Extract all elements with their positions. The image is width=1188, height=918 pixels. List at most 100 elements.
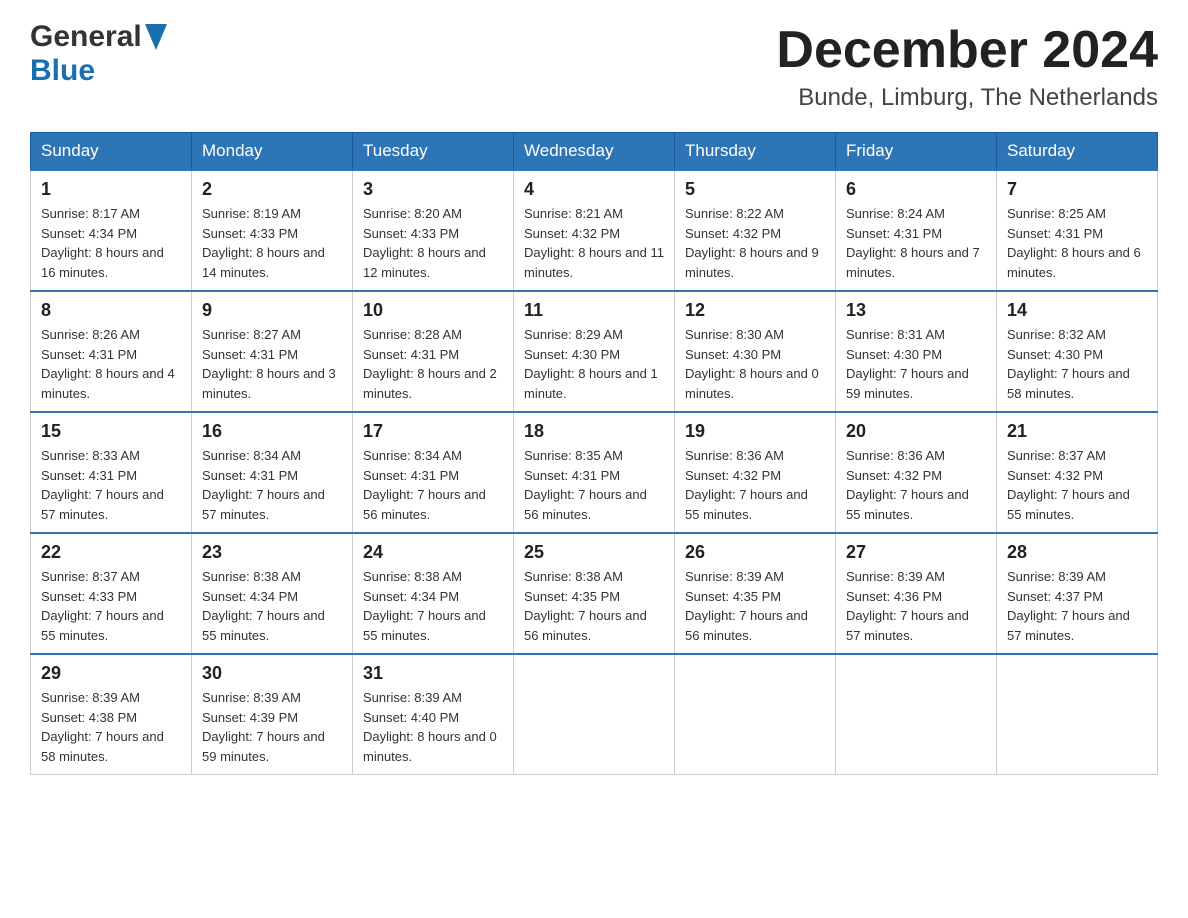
day-number: 4 — [524, 179, 664, 200]
calendar-cell: 30 Sunrise: 8:39 AMSunset: 4:39 PMDaylig… — [192, 654, 353, 775]
calendar-cell: 8 Sunrise: 8:26 AMSunset: 4:31 PMDayligh… — [31, 291, 192, 412]
calendar-cell: 19 Sunrise: 8:36 AMSunset: 4:32 PMDaylig… — [675, 412, 836, 533]
calendar-cell: 14 Sunrise: 8:32 AMSunset: 4:30 PMDaylig… — [997, 291, 1158, 412]
day-number: 28 — [1007, 542, 1147, 563]
day-info: Sunrise: 8:25 AMSunset: 4:31 PMDaylight:… — [1007, 204, 1147, 282]
day-number: 11 — [524, 300, 664, 321]
calendar-cell: 7 Sunrise: 8:25 AMSunset: 4:31 PMDayligh… — [997, 170, 1158, 291]
calendar-cell: 15 Sunrise: 8:33 AMSunset: 4:31 PMDaylig… — [31, 412, 192, 533]
calendar-cell: 1 Sunrise: 8:17 AMSunset: 4:34 PMDayligh… — [31, 170, 192, 291]
calendar-cell: 18 Sunrise: 8:35 AMSunset: 4:31 PMDaylig… — [514, 412, 675, 533]
day-number: 9 — [202, 300, 342, 321]
day-number: 5 — [685, 179, 825, 200]
week-row-2: 8 Sunrise: 8:26 AMSunset: 4:31 PMDayligh… — [31, 291, 1158, 412]
calendar-cell: 25 Sunrise: 8:38 AMSunset: 4:35 PMDaylig… — [514, 533, 675, 654]
day-number: 23 — [202, 542, 342, 563]
title-block: December 2024 Bunde, Limburg, The Nether… — [776, 20, 1158, 112]
day-info: Sunrise: 8:39 AMSunset: 4:36 PMDaylight:… — [846, 567, 986, 645]
calendar-cell: 21 Sunrise: 8:37 AMSunset: 4:32 PMDaylig… — [997, 412, 1158, 533]
day-info: Sunrise: 8:36 AMSunset: 4:32 PMDaylight:… — [685, 446, 825, 524]
day-number: 29 — [41, 663, 181, 684]
day-info: Sunrise: 8:38 AMSunset: 4:35 PMDaylight:… — [524, 567, 664, 645]
day-info: Sunrise: 8:39 AMSunset: 4:37 PMDaylight:… — [1007, 567, 1147, 645]
day-number: 20 — [846, 421, 986, 442]
day-number: 2 — [202, 179, 342, 200]
day-number: 22 — [41, 542, 181, 563]
calendar-cell — [997, 654, 1158, 775]
day-number: 14 — [1007, 300, 1147, 321]
week-row-1: 1 Sunrise: 8:17 AMSunset: 4:34 PMDayligh… — [31, 170, 1158, 291]
calendar-cell: 5 Sunrise: 8:22 AMSunset: 4:32 PMDayligh… — [675, 170, 836, 291]
day-number: 27 — [846, 542, 986, 563]
calendar-cell: 28 Sunrise: 8:39 AMSunset: 4:37 PMDaylig… — [997, 533, 1158, 654]
day-number: 26 — [685, 542, 825, 563]
day-info: Sunrise: 8:29 AMSunset: 4:30 PMDaylight:… — [524, 325, 664, 403]
day-number: 6 — [846, 179, 986, 200]
calendar-cell — [675, 654, 836, 775]
day-number: 25 — [524, 542, 664, 563]
calendar-cell: 29 Sunrise: 8:39 AMSunset: 4:38 PMDaylig… — [31, 654, 192, 775]
day-info: Sunrise: 8:39 AMSunset: 4:35 PMDaylight:… — [685, 567, 825, 645]
day-info: Sunrise: 8:32 AMSunset: 4:30 PMDaylight:… — [1007, 325, 1147, 403]
day-number: 21 — [1007, 421, 1147, 442]
day-info: Sunrise: 8:36 AMSunset: 4:32 PMDaylight:… — [846, 446, 986, 524]
day-info: Sunrise: 8:34 AMSunset: 4:31 PMDaylight:… — [363, 446, 503, 524]
day-info: Sunrise: 8:27 AMSunset: 4:31 PMDaylight:… — [202, 325, 342, 403]
day-header-monday: Monday — [192, 133, 353, 171]
day-number: 16 — [202, 421, 342, 442]
day-info: Sunrise: 8:24 AMSunset: 4:31 PMDaylight:… — [846, 204, 986, 282]
calendar-cell: 12 Sunrise: 8:30 AMSunset: 4:30 PMDaylig… — [675, 291, 836, 412]
day-info: Sunrise: 8:20 AMSunset: 4:33 PMDaylight:… — [363, 204, 503, 282]
calendar-cell: 17 Sunrise: 8:34 AMSunset: 4:31 PMDaylig… — [353, 412, 514, 533]
day-info: Sunrise: 8:39 AMSunset: 4:39 PMDaylight:… — [202, 688, 342, 766]
calendar-cell: 10 Sunrise: 8:28 AMSunset: 4:31 PMDaylig… — [353, 291, 514, 412]
calendar-cell: 9 Sunrise: 8:27 AMSunset: 4:31 PMDayligh… — [192, 291, 353, 412]
week-row-4: 22 Sunrise: 8:37 AMSunset: 4:33 PMDaylig… — [31, 533, 1158, 654]
day-info: Sunrise: 8:21 AMSunset: 4:32 PMDaylight:… — [524, 204, 664, 282]
day-header-saturday: Saturday — [997, 133, 1158, 171]
day-info: Sunrise: 8:35 AMSunset: 4:31 PMDaylight:… — [524, 446, 664, 524]
day-number: 8 — [41, 300, 181, 321]
day-number: 24 — [363, 542, 503, 563]
calendar-cell: 31 Sunrise: 8:39 AMSunset: 4:40 PMDaylig… — [353, 654, 514, 775]
day-info: Sunrise: 8:38 AMSunset: 4:34 PMDaylight:… — [202, 567, 342, 645]
day-header-friday: Friday — [836, 133, 997, 171]
day-number: 18 — [524, 421, 664, 442]
logo: General Blue — [30, 20, 167, 88]
day-info: Sunrise: 8:26 AMSunset: 4:31 PMDaylight:… — [41, 325, 181, 403]
page-header: General Blue December 2024 Bunde, Limbur… — [30, 20, 1158, 112]
calendar-cell: 3 Sunrise: 8:20 AMSunset: 4:33 PMDayligh… — [353, 170, 514, 291]
day-number: 10 — [363, 300, 503, 321]
day-number: 30 — [202, 663, 342, 684]
day-number: 7 — [1007, 179, 1147, 200]
subtitle: Bunde, Limburg, The Netherlands — [776, 84, 1158, 112]
logo-blue-text: Blue — [30, 54, 95, 87]
calendar-table: SundayMondayTuesdayWednesdayThursdayFrid… — [30, 132, 1158, 775]
day-header-wednesday: Wednesday — [514, 133, 675, 171]
day-header-sunday: Sunday — [31, 133, 192, 171]
calendar-cell: 24 Sunrise: 8:38 AMSunset: 4:34 PMDaylig… — [353, 533, 514, 654]
day-info: Sunrise: 8:17 AMSunset: 4:34 PMDaylight:… — [41, 204, 181, 282]
day-info: Sunrise: 8:22 AMSunset: 4:32 PMDaylight:… — [685, 204, 825, 282]
day-number: 19 — [685, 421, 825, 442]
calendar-cell: 16 Sunrise: 8:34 AMSunset: 4:31 PMDaylig… — [192, 412, 353, 533]
calendar-cell: 20 Sunrise: 8:36 AMSunset: 4:32 PMDaylig… — [836, 412, 997, 533]
day-info: Sunrise: 8:39 AMSunset: 4:38 PMDaylight:… — [41, 688, 181, 766]
week-row-3: 15 Sunrise: 8:33 AMSunset: 4:31 PMDaylig… — [31, 412, 1158, 533]
day-number: 17 — [363, 421, 503, 442]
day-info: Sunrise: 8:28 AMSunset: 4:31 PMDaylight:… — [363, 325, 503, 403]
day-header-tuesday: Tuesday — [353, 133, 514, 171]
calendar-cell: 26 Sunrise: 8:39 AMSunset: 4:35 PMDaylig… — [675, 533, 836, 654]
day-info: Sunrise: 8:39 AMSunset: 4:40 PMDaylight:… — [363, 688, 503, 766]
day-info: Sunrise: 8:37 AMSunset: 4:33 PMDaylight:… — [41, 567, 181, 645]
day-info: Sunrise: 8:19 AMSunset: 4:33 PMDaylight:… — [202, 204, 342, 282]
logo-general-text: General — [30, 20, 142, 54]
day-number: 1 — [41, 179, 181, 200]
day-number: 13 — [846, 300, 986, 321]
calendar-cell: 6 Sunrise: 8:24 AMSunset: 4:31 PMDayligh… — [836, 170, 997, 291]
main-title: December 2024 — [776, 20, 1158, 80]
day-info: Sunrise: 8:34 AMSunset: 4:31 PMDaylight:… — [202, 446, 342, 524]
calendar-cell: 27 Sunrise: 8:39 AMSunset: 4:36 PMDaylig… — [836, 533, 997, 654]
calendar-cell: 2 Sunrise: 8:19 AMSunset: 4:33 PMDayligh… — [192, 170, 353, 291]
day-info: Sunrise: 8:38 AMSunset: 4:34 PMDaylight:… — [363, 567, 503, 645]
